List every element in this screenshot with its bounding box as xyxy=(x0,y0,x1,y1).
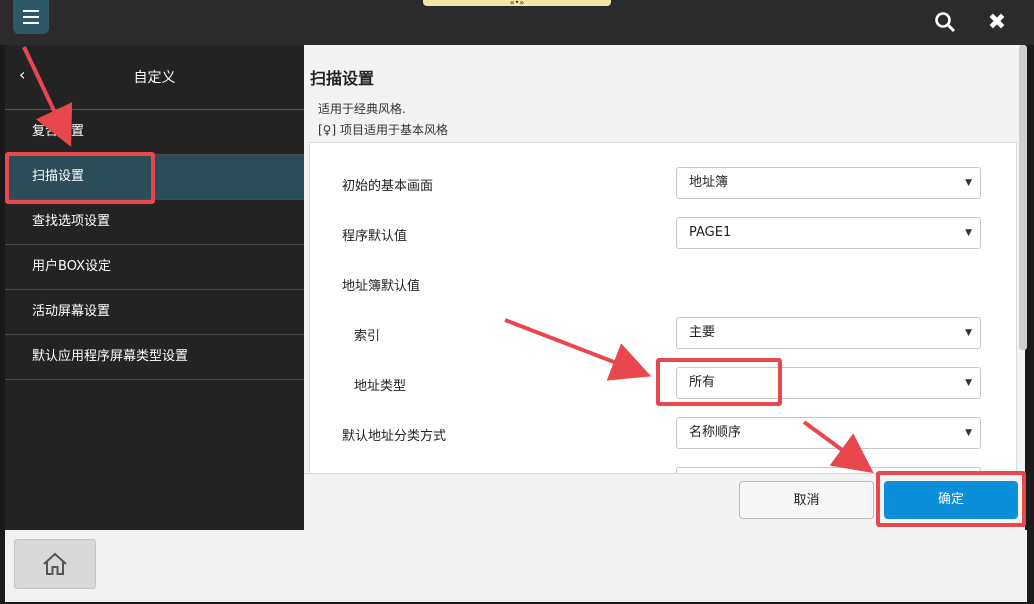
scrollbar[interactable] xyxy=(1019,45,1027,350)
settings-list[interactable]: 初始的基本画面 地址簿 ▼ 程序默认值 PAGE1 ▼ 地址簿默认值 索引 主要 ▼ … xyxy=(309,142,1017,474)
search-icon[interactable] xyxy=(930,8,960,36)
top-bar: «•» ✖ xyxy=(0,0,1034,45)
label-program-default: 程序默认值 xyxy=(342,229,408,244)
label-address-type: 地址类型 xyxy=(354,379,407,394)
label-address-book-default: 地址簿默认值 xyxy=(342,279,421,294)
subtitle-classic: 适用于经典风格. xyxy=(318,102,406,116)
dropdown-caret-icon: ▼ xyxy=(965,228,972,238)
bottom-bar xyxy=(5,530,1027,602)
sidebar-item-search-options[interactable]: 查找选项设置 xyxy=(5,200,304,245)
highlight-scan-settings xyxy=(5,152,155,204)
cancel-button[interactable]: 取消 xyxy=(739,481,874,519)
dropdown-caret-icon: ▼ xyxy=(965,328,972,338)
drag-handle[interactable]: «•» xyxy=(423,0,611,7)
menu-icon xyxy=(23,8,39,26)
select-index[interactable]: 主要 ▼ xyxy=(676,317,981,349)
home-icon xyxy=(43,552,67,575)
sidebar-item-composite[interactable]: 复合设置 xyxy=(5,110,304,155)
label-index: 索引 xyxy=(354,329,381,344)
select-default-sort[interactable]: 名称顺序 ▼ xyxy=(676,417,981,449)
home-button[interactable] xyxy=(14,539,96,589)
sidebar: ‹ 自定义 复合设置 扫描设置 查找选项设置 用户BOX设定 活动屏幕设置 默认… xyxy=(5,45,304,530)
menu-button[interactable] xyxy=(13,0,49,34)
select-initial-screen[interactable]: 地址簿 ▼ xyxy=(676,167,981,199)
select-program-default[interactable]: PAGE1 ▼ xyxy=(676,217,981,249)
sidebar-item-active-screen[interactable]: 活动屏幕设置 xyxy=(5,290,304,335)
sidebar-item-default-app-screen[interactable]: 默认应用程序屏幕类型设置 xyxy=(5,335,304,380)
main-panel: 扫描设置 适用于经典风格. [♀] 项目适用于基本风格 初始的基本画面 地址簿 ▼… xyxy=(304,45,1025,531)
sidebar-item-user-box[interactable]: 用户BOX设定 xyxy=(5,245,304,290)
dropdown-caret-icon: ▼ xyxy=(965,378,972,388)
label-default-sort: 默认地址分类方式 xyxy=(342,429,447,444)
subtitle-basic: [♀] 项目适用于基本风格 xyxy=(318,123,448,137)
dropdown-caret-icon: ▼ xyxy=(965,178,972,188)
highlight-ok-button xyxy=(876,471,1026,527)
dropdown-caret-icon: ▼ xyxy=(965,428,972,438)
page-title: 扫描设置 xyxy=(310,69,375,88)
sidebar-header: ‹ 自定义 xyxy=(5,45,304,110)
close-icon[interactable]: ✖ xyxy=(982,8,1012,36)
highlight-address-type xyxy=(656,358,782,406)
label-initial-screen: 初始的基本画面 xyxy=(342,179,434,194)
sidebar-title: 自定义 xyxy=(133,70,176,86)
